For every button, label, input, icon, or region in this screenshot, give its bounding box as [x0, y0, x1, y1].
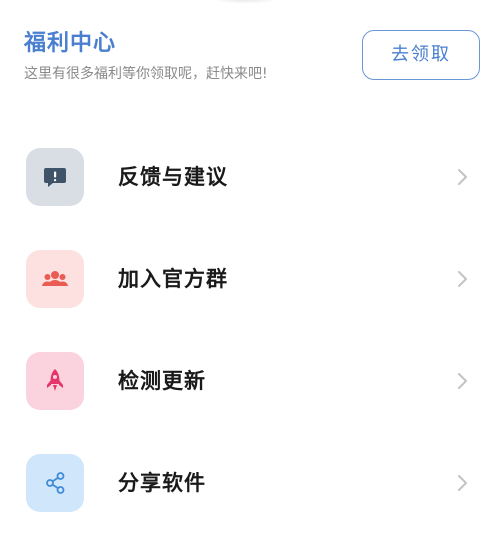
- claim-button[interactable]: 去领取: [362, 30, 480, 80]
- chevron-right-icon: [458, 169, 467, 185]
- menu-item-label: 反馈与建议: [118, 165, 228, 189]
- feedback-icon: [26, 148, 84, 206]
- chevron-right-icon: [458, 475, 467, 491]
- rocket-icon: [26, 352, 84, 410]
- share-icon: [26, 454, 84, 512]
- chevron-right-icon: [458, 373, 467, 389]
- menu-item-label: 分享软件: [118, 471, 206, 495]
- page: 福利中心 这里有很多福利等你领取呢，赶快来吧! 去领取 反馈与建议 加入官方群 …: [0, 0, 484, 547]
- menu-item-share[interactable]: 分享软件: [0, 432, 484, 534]
- menu-item-check-update[interactable]: 检测更新: [0, 330, 484, 432]
- chevron-right-icon: [458, 271, 467, 287]
- group-icon: [26, 250, 84, 308]
- menu-item-label: 加入官方群: [118, 267, 228, 291]
- menu-item-join-group[interactable]: 加入官方群: [0, 228, 484, 330]
- menu-item-feedback[interactable]: 反馈与建议: [0, 126, 484, 228]
- welfare-subtitle: 这里有很多福利等你领取呢，赶快来吧!: [24, 66, 268, 82]
- welfare-title: 福利中心: [24, 31, 117, 56]
- welfare-center-banner: 福利中心 这里有很多福利等你领取呢，赶快来吧! 去领取: [0, 0, 484, 110]
- menu-item-label: 检测更新: [118, 369, 206, 393]
- settings-menu: 反馈与建议 加入官方群 检测更新 分享软件: [0, 126, 484, 534]
